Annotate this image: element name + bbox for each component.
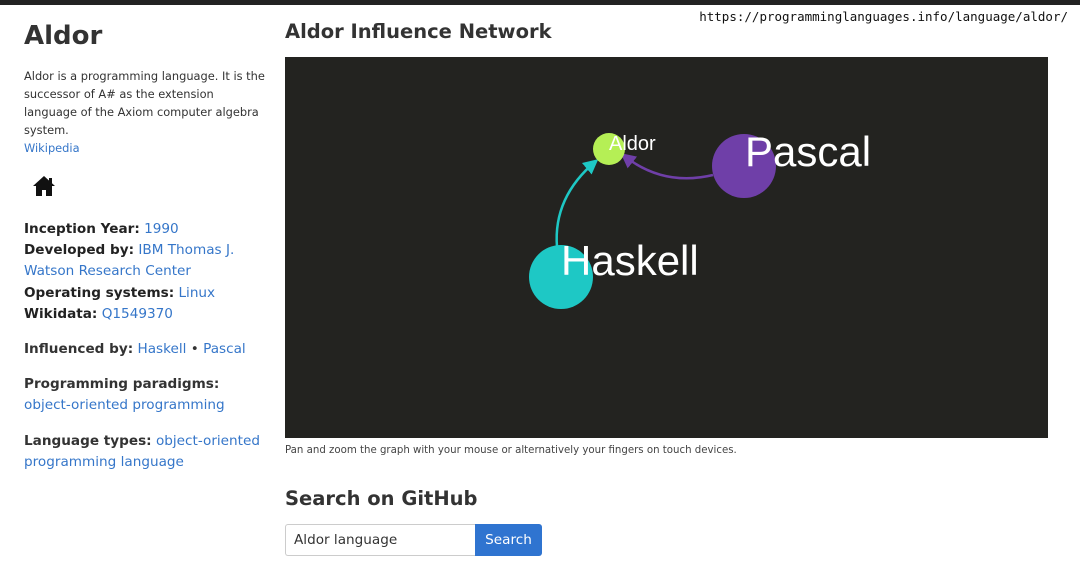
wikipedia-link[interactable]: Wikipedia (24, 141, 80, 155)
paradigm-link[interactable]: object-oriented programming (24, 397, 225, 413)
top-bar (0, 0, 1080, 5)
edge-pascal-aldor (620, 153, 714, 180)
home-icon (33, 176, 55, 196)
influenced-label: Influenced by: (24, 341, 134, 358)
developer-label: Developed by: (24, 242, 135, 259)
influence-link-pascal[interactable]: Pascal (203, 341, 246, 357)
influence-graph[interactable]: Aldor Pascal Haskell (285, 57, 1048, 438)
types-label: Language types: (24, 432, 152, 449)
influence-separator: • (190, 341, 199, 358)
home-link[interactable] (24, 175, 64, 197)
wikidata-link[interactable]: Q1549370 (102, 306, 173, 322)
paradigms: Programming paradigms: object-oriented p… (24, 374, 269, 416)
network-title: Aldor Influence Network (285, 20, 552, 43)
influenced-by: Influenced by: Haskell • Pascal (24, 339, 269, 360)
influence-link-haskell[interactable]: Haskell (137, 341, 186, 357)
os-link[interactable]: Linux (178, 285, 215, 301)
github-search-input[interactable] (285, 524, 475, 556)
paradigms-label: Programming paradigms: (24, 376, 220, 393)
node-label-pascal: Pascal (745, 128, 871, 175)
inception-label: Inception Year: (24, 221, 140, 237)
github-search-title: Search on GitHub (285, 487, 478, 510)
main-content: Aldor Influence Network Aldor Pascal Has… (285, 18, 1048, 556)
github-search-button[interactable]: Search (475, 524, 542, 556)
wikidata-row: Wikidata: Q1549370 (24, 304, 269, 325)
sidebar: Aldor Aldor is a programming language. I… (24, 18, 269, 473)
github-search-form: Search (285, 524, 542, 556)
node-label-haskell: Haskell (561, 237, 699, 284)
wikidata-label: Wikidata: (24, 305, 98, 322)
language-facts: Inception Year: 1990 Developed by: IBM T… (24, 219, 269, 325)
graph-svg: Aldor Pascal Haskell (529, 128, 871, 309)
os-row: Operating systems: Linux (24, 283, 269, 304)
graph-caption: Pan and zoom the graph with your mouse o… (285, 445, 737, 456)
edge-haskell-aldor (555, 159, 599, 248)
inception-link[interactable]: 1990 (144, 221, 179, 237)
language-types: Language types: object-oriented programm… (24, 431, 269, 473)
developer-row: Developed by: IBM Thomas J. Watson Resea… (24, 240, 269, 282)
os-label: Operating systems: (24, 284, 175, 301)
page-title: Aldor (24, 21, 103, 51)
node-label-aldor: Aldor (609, 133, 656, 155)
language-description: Aldor is a programming language. It is t… (24, 67, 269, 157)
inception-row: Inception Year: 1990 (24, 219, 269, 240)
description-text: Aldor is a programming language. It is t… (24, 69, 265, 137)
